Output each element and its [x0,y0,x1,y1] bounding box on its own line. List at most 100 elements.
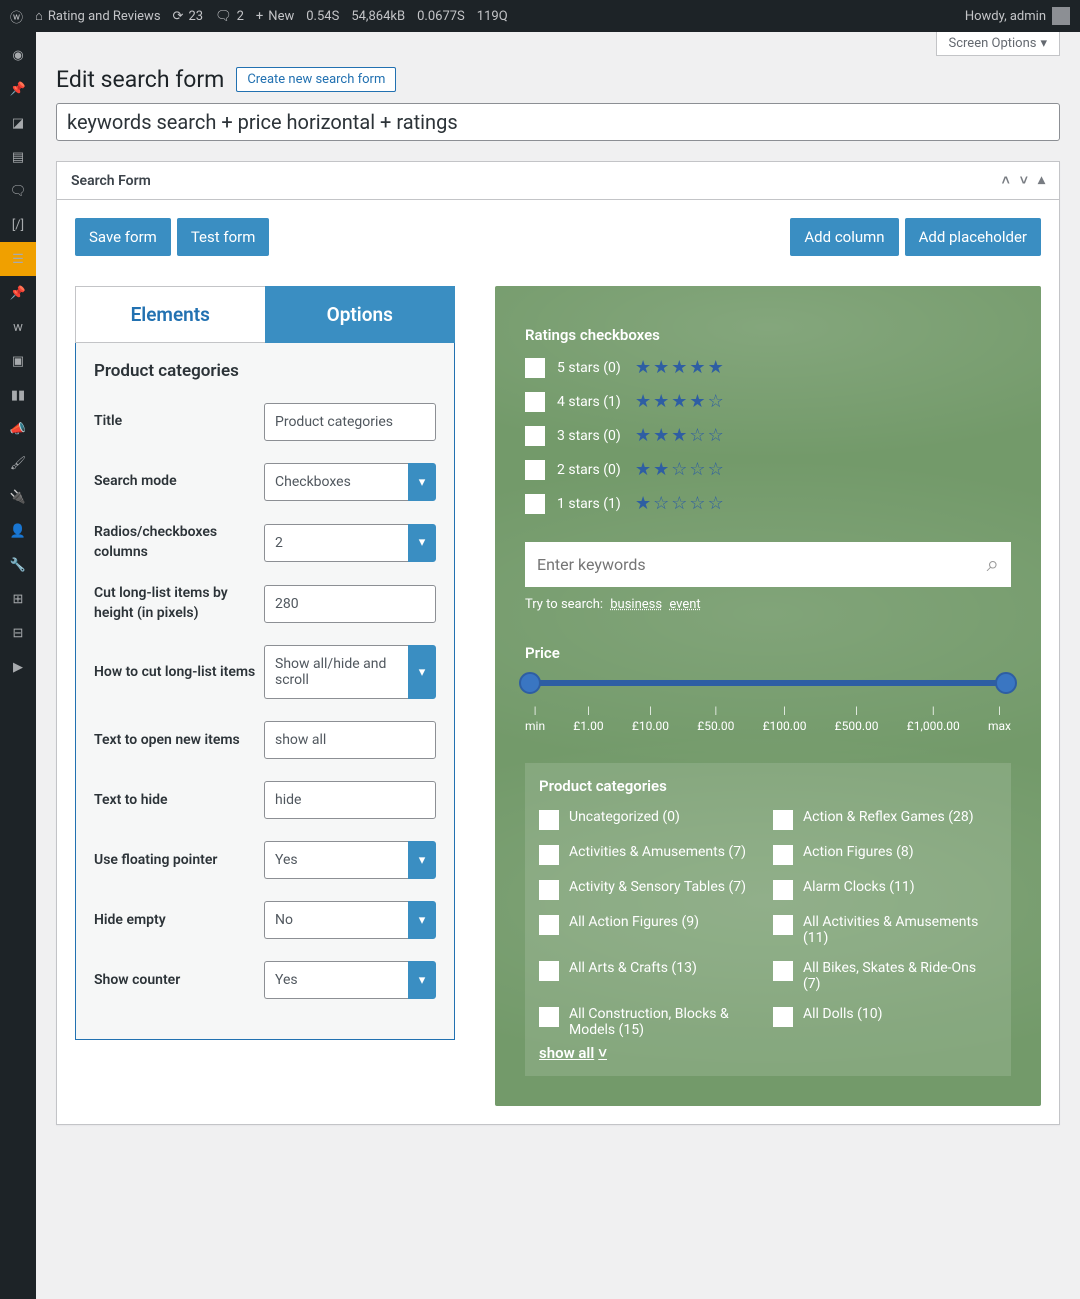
rating-checkbox[interactable] [525,358,545,378]
try-link-business[interactable]: business [610,597,662,612]
menu-woo-icon[interactable]: w [0,310,36,344]
create-new-button[interactable]: Create new search form [236,67,396,92]
category-checkbox[interactable] [539,1007,559,1027]
category-item: Action Figures (8) [773,844,997,865]
menu-analytics-icon[interactable]: ▮▮ [0,378,36,412]
screen-options-button[interactable]: Screen Options ▾ [936,32,1061,56]
rating-checkbox[interactable] [525,392,545,412]
rating-label: 5 stars (0) [557,360,623,376]
chevron-down-icon: ▾ [408,961,436,999]
label-columns: Radios/checkboxes columns [94,523,264,562]
menu-pin-icon[interactable]: 📌 [0,72,36,106]
rating-row: 3 stars (0)★★★☆☆ [525,426,1011,446]
star-group: ★★★★☆ [635,393,724,411]
slider-handle-max[interactable] [995,672,1017,694]
menu-plugins-icon[interactable]: 🔌 [0,480,36,514]
price-tick: £1,000.00 [907,706,960,733]
menu-shortcode-icon[interactable]: [/] [0,208,36,242]
user-menu[interactable]: Howdy, admin [965,7,1070,25]
category-checkbox[interactable] [539,961,559,981]
menu-pages-icon[interactable]: ▤ [0,140,36,174]
menu-tools-icon[interactable]: 🔧 [0,548,36,582]
rating-label: 2 stars (0) [557,462,623,478]
keyword-input[interactable] [537,555,987,574]
select-search-mode[interactable]: Checkboxes▾ [264,463,436,501]
menu-dashboard-icon[interactable]: ◉ [0,38,36,72]
price-slider[interactable] [525,678,1011,688]
category-checkbox[interactable] [539,845,559,865]
price-tick: £100.00 [763,706,807,733]
menu-media-icon[interactable]: ◪ [0,106,36,140]
menu-products-icon[interactable]: ▣ [0,344,36,378]
category-checkbox[interactable] [773,810,793,830]
category-checkbox[interactable] [539,880,559,900]
add-column-button[interactable]: Add column [790,218,898,256]
chevron-down-icon[interactable]: ˅ [1020,172,1028,189]
refresh-group[interactable]: ⟳ 23 [173,9,204,24]
tab-elements[interactable]: Elements [75,286,265,343]
wp-logo-icon[interactable]: ⓦ [10,7,23,26]
menu-active-icon[interactable]: ☰ [0,242,36,276]
category-label: Activities & Amusements (7) [569,844,746,860]
menu-pin2-icon[interactable]: 📌 [0,276,36,310]
comment-group[interactable]: 🗨 2 [215,9,244,24]
search-icon[interactable]: ⌕ [987,552,999,577]
caret-up-icon[interactable]: ▴ [1038,172,1045,189]
star-icon: ★ [653,427,669,445]
category-label: Activity & Sensory Tables (7) [569,879,746,895]
select-columns[interactable]: 2▾ [264,524,436,562]
label-search-mode: Search mode [94,472,264,492]
category-item: Activities & Amusements (7) [539,844,763,865]
category-checkbox[interactable] [773,961,793,981]
menu-collapse-icon[interactable]: ⊟ [0,616,36,650]
postbox-title: Search Form [71,173,151,189]
input-cut-height[interactable] [264,585,436,623]
select-hide-empty[interactable]: No▾ [264,901,436,939]
rating-checkbox[interactable] [525,494,545,514]
rating-checkbox[interactable] [525,426,545,446]
chevron-down-icon: ▾ [408,463,436,501]
show-all-link[interactable]: show all ˅ [539,1044,997,1062]
category-checkbox[interactable] [773,845,793,865]
label-how-cut: How to cut long-list items [94,663,264,683]
star-icon: ☆ [671,461,687,479]
menu-marketing-icon[interactable]: 📣 [0,412,36,446]
tab-options[interactable]: Options [265,286,456,343]
category-item: All Construction, Blocks & Models (15) [539,1006,763,1038]
select-show-counter[interactable]: Yes▾ [264,961,436,999]
save-form-button[interactable]: Save form [75,218,171,256]
input-text-open[interactable] [264,721,436,759]
add-placeholder-button[interactable]: Add placeholder [905,218,1041,256]
category-label: All Dolls (10) [803,1006,883,1022]
menu-comments-icon[interactable]: 🗨 [0,174,36,208]
new-link[interactable]: + New [256,9,294,24]
category-label: Alarm Clocks (11) [803,879,915,895]
menu-appearance-icon[interactable]: 🖌 [0,446,36,480]
star-icon: ★ [653,359,669,377]
test-form-button[interactable]: Test form [177,218,270,256]
chevron-up-icon[interactable]: ˄ [1002,172,1010,189]
site-link[interactable]: ⌂ Rating and Reviews [35,8,161,24]
input-title[interactable] [264,403,436,441]
category-checkbox[interactable] [539,915,559,935]
menu-settings-icon[interactable]: ⊞ [0,582,36,616]
select-floating[interactable]: Yes▾ [264,841,436,879]
rating-checkbox[interactable] [525,460,545,480]
select-how-cut[interactable]: Show all/hide and scroll▾ [264,645,436,699]
star-group: ★★★★★ [635,359,724,377]
category-checkbox[interactable] [773,915,793,935]
form-name-input[interactable] [56,103,1060,141]
star-icon: ☆ [653,495,669,513]
rating-label: 1 stars (1) [557,496,623,512]
search-form-postbox: Search Form ˄ ˅ ▴ Save form Test form Ad… [56,161,1060,1125]
menu-users-icon[interactable]: 👤 [0,514,36,548]
menu-play-icon[interactable]: ▶ [0,650,36,684]
category-checkbox[interactable] [773,1007,793,1027]
category-checkbox[interactable] [539,810,559,830]
site-name: Rating and Reviews [48,9,161,24]
try-link-event[interactable]: event [669,597,700,612]
slider-handle-min[interactable] [519,672,541,694]
input-text-hide[interactable] [264,781,436,819]
category-checkbox[interactable] [773,880,793,900]
avatar [1052,7,1070,25]
